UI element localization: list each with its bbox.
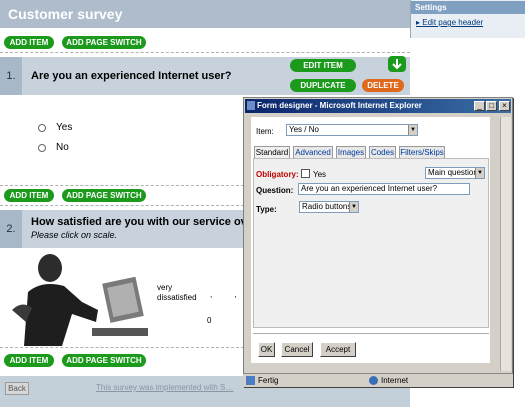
minimize-icon[interactable]: _ [474, 101, 485, 111]
obligatory-yes-label: Yes [313, 170, 327, 179]
survey-title: Customer survey [8, 6, 123, 22]
settings-title: Settings [411, 1, 525, 14]
window-title: Form designer - Microsoft Internet Explo… [245, 99, 511, 113]
scale-zero-label: 0 [207, 316, 212, 325]
main-question-value: Main question [428, 168, 478, 177]
obligatory-checkbox[interactable] [301, 169, 310, 178]
add-page-switch-button[interactable]: ADD PAGE SWITCH [62, 189, 146, 202]
page-icon [246, 376, 255, 385]
type-label: Type: [256, 205, 277, 214]
add-item-button[interactable]: ADD ITEM [4, 354, 54, 367]
question-label: Question: [256, 186, 294, 195]
question-input[interactable]: Are you an experienced Internet user? [298, 183, 470, 195]
question-hint: Please click on scale. [31, 230, 118, 240]
question-number: 2. [0, 210, 22, 248]
maximize-icon[interactable]: □ [486, 101, 497, 111]
chevron-down-icon[interactable]: ▼ [408, 125, 417, 135]
ie-icon [247, 101, 255, 110]
tab-standard[interactable]: Standard [254, 146, 290, 158]
chevron-down-icon[interactable]: ▼ [475, 168, 484, 178]
option-label-no: No [56, 142, 69, 153]
tab-advanced[interactable]: Advanced [293, 146, 333, 158]
ok-button[interactable]: OK [258, 342, 275, 357]
delete-button[interactable]: DELETE [362, 79, 404, 92]
status-bar [243, 373, 513, 387]
button-divider [253, 333, 489, 334]
footer-link[interactable]: This survey was implemented with S… [96, 383, 233, 392]
tab-filters-skips[interactable]: Filters/Skips [399, 146, 445, 158]
duplicate-button[interactable]: DUPLICATE [290, 79, 356, 92]
back-button[interactable]: Back [5, 382, 29, 395]
edit-page-header-label: Edit page header [422, 18, 484, 27]
chevron-down-icon[interactable]: ▼ [349, 202, 358, 212]
add-item-button[interactable]: ADD ITEM [4, 36, 54, 49]
option-label-yes: Yes [56, 122, 73, 133]
radio-option-yes[interactable] [38, 124, 46, 132]
question-text: Are you an experienced Internet user? [31, 70, 232, 82]
scale-label-top: very [157, 283, 173, 292]
zone-text: Internet [381, 376, 409, 385]
add-page-switch-button[interactable]: ADD PAGE SWITCH [62, 354, 146, 367]
scrollbar[interactable] [500, 117, 511, 371]
add-item-button[interactable]: ADD ITEM [4, 189, 54, 202]
question-number: 1. [0, 57, 22, 95]
accept-button[interactable]: Accept [320, 342, 356, 357]
close-icon[interactable]: × [499, 101, 510, 111]
obligatory-label: Obligatory: [256, 170, 299, 179]
question-text: How satisfied are you with our service o… [31, 216, 243, 228]
move-down-button[interactable] [388, 56, 406, 72]
scale-label-bottom: dissatisfied [157, 293, 197, 302]
tab-images[interactable]: Images [336, 146, 366, 158]
status-text: Fertig [258, 376, 279, 385]
add-page-switch-button[interactable]: ADD PAGE SWITCH [62, 36, 146, 49]
arrow-down-icon [392, 59, 402, 70]
scale-ticks: , , [210, 290, 247, 299]
cancel-button[interactable]: Cancel [281, 342, 313, 357]
survey-photo [2, 250, 152, 346]
type-select-value: Radio buttons [302, 202, 352, 211]
edit-item-button[interactable]: EDIT ITEM [290, 59, 356, 72]
radio-option-no[interactable] [38, 144, 46, 152]
item-label: Item: [256, 127, 274, 136]
globe-icon [369, 376, 378, 385]
edit-page-header-link[interactable]: ▸ Edit page header [416, 18, 483, 27]
item-select[interactable]: Yes / No [286, 124, 418, 136]
question-input-value: Are you an experienced Internet user? [301, 184, 438, 193]
tab-codes[interactable]: Codes [369, 146, 396, 158]
item-select-value: Yes / No [289, 125, 319, 134]
divider [0, 52, 410, 53]
